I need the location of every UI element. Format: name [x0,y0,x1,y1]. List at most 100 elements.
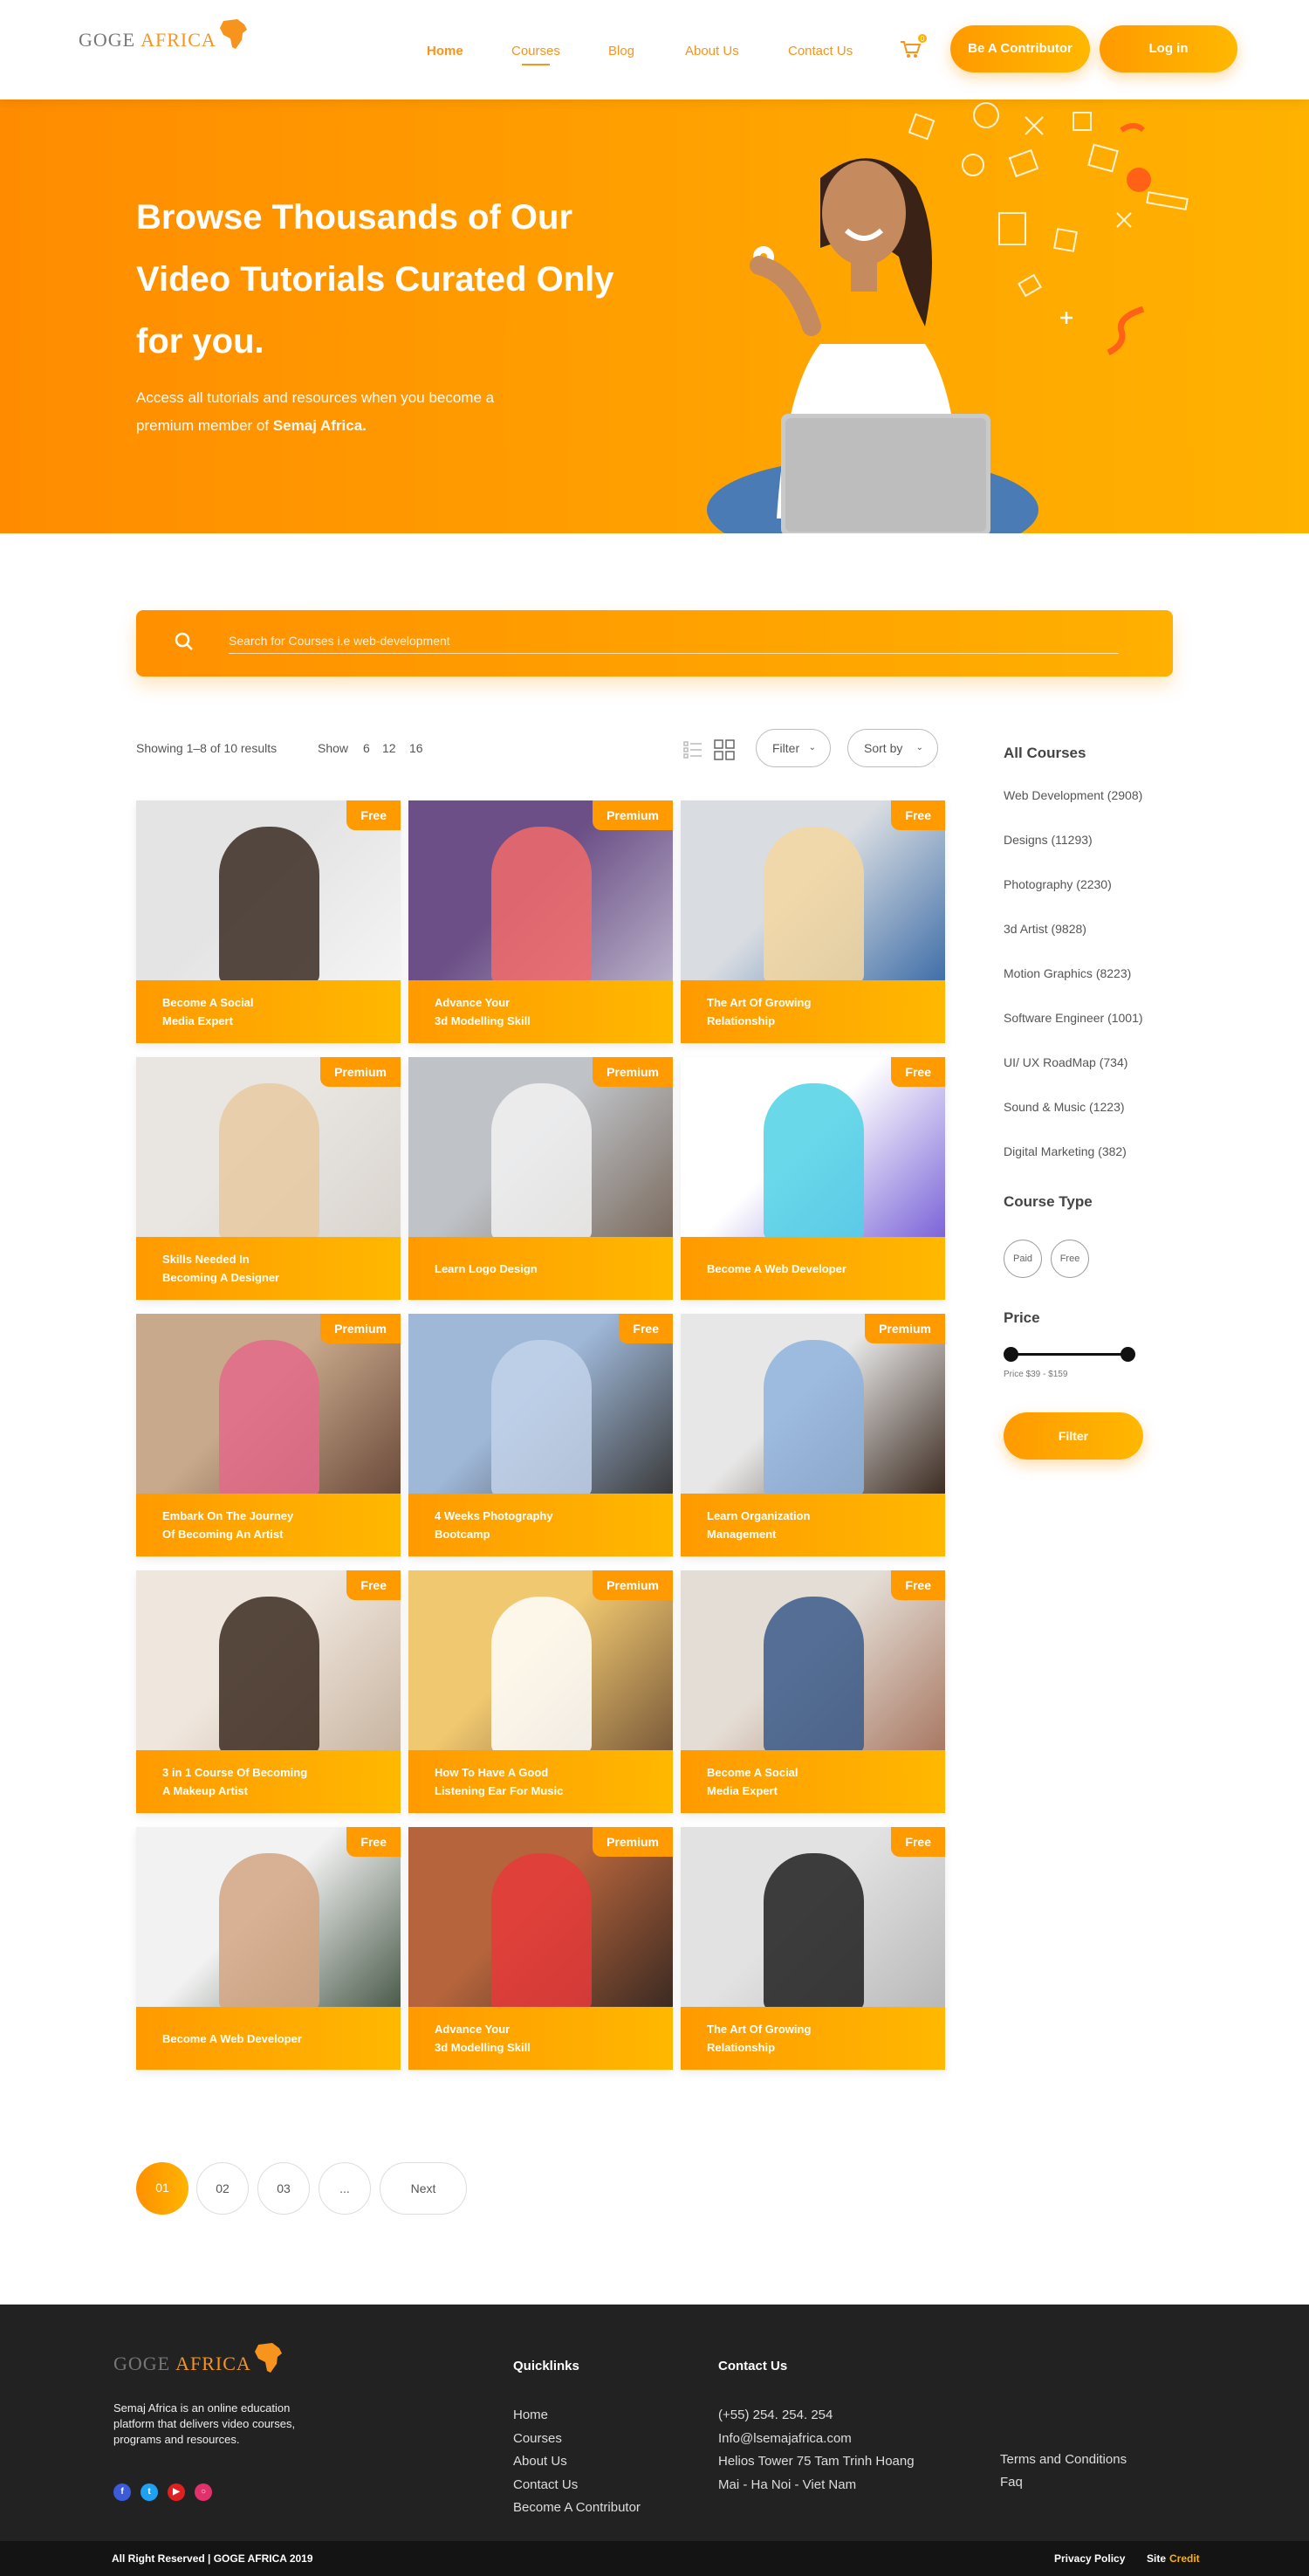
price-slider-track[interactable] [1011,1353,1127,1356]
course-card[interactable]: Advance Your 3d Modelling Skill Premium [408,800,673,1043]
footer-logo[interactable]: GOGE AFRICA [113,2343,283,2375]
nav-blog[interactable]: Blog [608,44,634,58]
sidebar-filter-button[interactable]: Filter [1004,1412,1143,1460]
nav-courses[interactable]: Courses [511,44,560,65]
logo-text-africa: AFRICA [140,29,216,51]
course-card[interactable]: Learn Logo Design Premium [408,1057,673,1300]
quicklink-item[interactable]: Become A Contributor [513,2500,641,2515]
site-footer: GOGE AFRICA Semaj Africa is an online ed… [0,2305,1309,2541]
course-card[interactable]: 4 Weeks Photography Bootcamp Free [408,1314,673,1556]
show-option-6[interactable]: 6 [363,741,370,755]
instagram-icon[interactable]: ○ [195,2483,212,2501]
category-item[interactable]: Sound & Music (1223) [1004,1100,1125,1114]
course-card[interactable]: Embark On The Journey Of Becoming An Art… [136,1314,401,1556]
course-thumbnail-subject [219,1340,319,1497]
sort-dropdown[interactable]: Sort by ⌄ [847,729,938,767]
facebook-icon[interactable]: f [113,2483,131,2501]
faq-link[interactable]: Faq [1000,2475,1023,2490]
nav-home[interactable]: Home [427,44,463,58]
course-title: 3 in 1 Course Of Becoming A Makeup Artis… [136,1750,401,1813]
grid-view-icon[interactable] [714,739,735,760]
course-title: The Art Of Growing Relationship [681,980,945,1043]
nav-contact-us[interactable]: Contact Us [788,44,853,58]
course-price-badge: Free [891,1827,945,1857]
be-a-contributor-button[interactable]: Be A Contributor [950,25,1090,72]
course-card[interactable]: The Art Of Growing Relationship Free [681,800,945,1043]
price-slider-min-handle[interactable] [1004,1347,1018,1362]
price-slider-max-handle[interactable] [1121,1347,1135,1362]
course-price-badge: Free [891,1570,945,1600]
quicklink-item[interactable]: Courses [513,2431,562,2446]
hero-title: Browse Thousands of Our Video Tutorials … [136,198,614,361]
category-item[interactable]: Web Development (2908) [1004,788,1142,802]
category-item[interactable]: 3d Artist (9828) [1004,922,1086,936]
course-price-badge: Premium [320,1057,401,1087]
course-thumbnail-subject [764,1597,864,1754]
course-card[interactable]: Become A Social Media Expert Free [136,800,401,1043]
nav-about-us[interactable]: About Us [685,44,739,58]
course-card[interactable]: 3 in 1 Course Of Becoming A Makeup Artis… [136,1570,401,1813]
show-option-12[interactable]: 12 [382,741,396,755]
page-2-button[interactable]: 02 [196,2162,249,2215]
quicklink-item[interactable]: Home [513,2408,548,2422]
category-item[interactable]: Photography (2230) [1004,877,1112,891]
course-price-badge: Premium [593,800,673,830]
twitter-icon[interactable]: t [140,2483,158,2501]
course-thumbnail-subject [219,827,319,984]
course-price-badge: Free [619,1314,673,1343]
course-thumbnail-subject [219,1083,319,1240]
course-title: Learn Logo Design [408,1237,673,1300]
category-item[interactable]: Digital Marketing (382) [1004,1144,1127,1158]
course-thumbnail-subject [491,1597,592,1754]
search-icon[interactable] [175,632,194,651]
search-input[interactable] [229,628,1119,654]
shopping-cart-icon[interactable] [900,40,921,59]
youtube-icon[interactable]: ▶ [168,2483,185,2501]
contact-item: Helios Tower 75 Tam Trinh Hoang [718,2454,915,2469]
course-price-badge: Free [891,1057,945,1087]
filter-dropdown[interactable]: Filter ⌄ [756,729,831,767]
course-card[interactable]: Skills Needed In Becoming A Designer Prem… [136,1057,401,1300]
category-item[interactable]: UI/ UX RoadMap (734) [1004,1055,1127,1069]
list-view-icon[interactable] [683,740,702,759]
course-title: The Art Of Growing Relationship [681,2007,945,2070]
course-card[interactable]: Become A Web Developer Free [681,1057,945,1300]
category-item[interactable]: Designs (11293) [1004,833,1093,847]
logo-text-goge: GOGE [79,29,136,51]
course-thumbnail-subject [491,1853,592,2010]
quicklink-item[interactable]: About Us [513,2454,567,2469]
course-type-paid[interactable]: Paid [1004,1240,1042,1278]
course-card[interactable]: Become A Social Media Expert Free [681,1570,945,1813]
course-type-free[interactable]: Free [1051,1240,1089,1278]
course-title: Learn Organization Management [681,1494,945,1556]
course-price-badge: Free [346,800,401,830]
hero-subtitle-brand: Semaj Africa. [272,417,367,434]
site-credit-link[interactable]: Credit [1169,2552,1200,2565]
show-option-16[interactable]: 16 [409,741,423,755]
quicklink-item[interactable]: Contact Us [513,2477,578,2492]
page-3-button[interactable]: 03 [257,2162,310,2215]
course-card[interactable]: How To Have A Good Listening Ear For Mus… [408,1570,673,1813]
next-page-button[interactable]: Next [380,2162,467,2215]
hero-subtitle: Access all tutorials and resources when … [136,384,546,440]
course-card[interactable]: Learn Organization Management Premium [681,1314,945,1556]
course-thumbnail-subject [764,1853,864,2010]
page-1-button[interactable]: 01 [136,2162,188,2215]
price-range-label: Price $39 - $159 [1004,1370,1068,1379]
course-card[interactable]: Become A Web Developer Free [136,1827,401,2070]
site-header: GOGE AFRICA Home Courses Blog About Us C… [0,0,1309,100]
category-item[interactable]: Motion Graphics (8223) [1004,966,1131,980]
privacy-policy-link[interactable]: Privacy Policy [1054,2552,1125,2565]
course-card[interactable]: The Art Of Growing Relationship Free [681,1827,945,2070]
login-button[interactable]: Log in [1100,25,1237,72]
course-card[interactable]: Advance Your 3d Modelling Skill Premium [408,1827,673,2070]
course-title: Become A Web Developer [136,2007,401,2070]
category-item[interactable]: Software Engineer (1001) [1004,1011,1143,1025]
terms-link[interactable]: Terms and Conditions [1000,2452,1127,2467]
course-title: 4 Weeks Photography Bootcamp [408,1494,673,1556]
course-title: Advance Your 3d Modelling Skill [408,980,673,1043]
footer-about: Semaj Africa is an online education plat… [113,2401,296,2446]
course-thumbnail-subject [764,1083,864,1240]
logo[interactable]: GOGE AFRICA [79,19,248,52]
course-title: Become A Social Media Expert [136,980,401,1043]
